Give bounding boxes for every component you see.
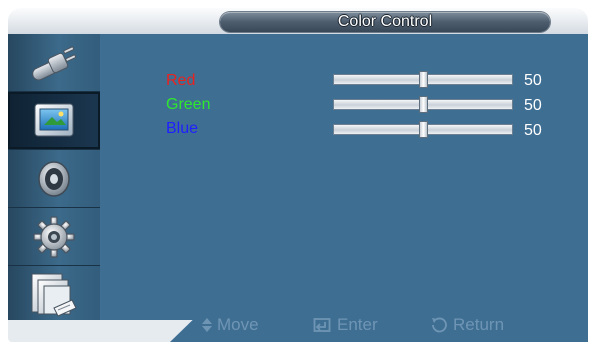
return-hint-label: Return bbox=[453, 315, 505, 334]
red-slider-thumb[interactable] bbox=[419, 71, 428, 88]
blue-slider[interactable] bbox=[333, 121, 513, 138]
plug-icon bbox=[32, 45, 77, 80]
green-value: 50 bbox=[524, 97, 542, 114]
blue-label: Blue bbox=[166, 120, 199, 137]
blue-slider-thumb[interactable] bbox=[419, 121, 428, 138]
move-hint: Move bbox=[201, 314, 259, 336]
enter-hint: Enter bbox=[313, 314, 378, 336]
green-label: Green bbox=[166, 96, 211, 113]
sidebar bbox=[8, 34, 100, 324]
move-hint-label: Move bbox=[217, 315, 259, 334]
red-value: 50 bbox=[524, 72, 542, 89]
multi-window-icon bbox=[31, 273, 77, 317]
green-slider[interactable] bbox=[333, 96, 513, 113]
picture-icon bbox=[34, 103, 74, 136]
return-icon bbox=[432, 317, 447, 333]
sidebar-item-sound[interactable] bbox=[8, 150, 100, 208]
green-slider-thumb[interactable] bbox=[419, 96, 428, 113]
sidebar-item-multi-control[interactable] bbox=[8, 266, 100, 324]
page-title: Color Control bbox=[337, 13, 433, 30]
enter-icon bbox=[313, 318, 331, 332]
return-hint: Return bbox=[429, 314, 504, 336]
blue-value: 50 bbox=[524, 122, 542, 139]
osd-menu: Color Control Red 50 Green 50 Blue 50 Mo… bbox=[0, 0, 596, 344]
settings-gear-icon bbox=[33, 215, 75, 258]
speaker-icon bbox=[38, 160, 70, 197]
enter-hint-label: Enter bbox=[337, 315, 378, 334]
red-slider[interactable] bbox=[333, 71, 513, 88]
red-label: Red bbox=[166, 72, 196, 89]
sidebar-item-setup[interactable] bbox=[8, 208, 100, 266]
sidebar-item-picture[interactable] bbox=[8, 92, 100, 150]
sidebar-item-input[interactable] bbox=[8, 34, 100, 92]
up-down-arrow-icon bbox=[202, 318, 212, 332]
